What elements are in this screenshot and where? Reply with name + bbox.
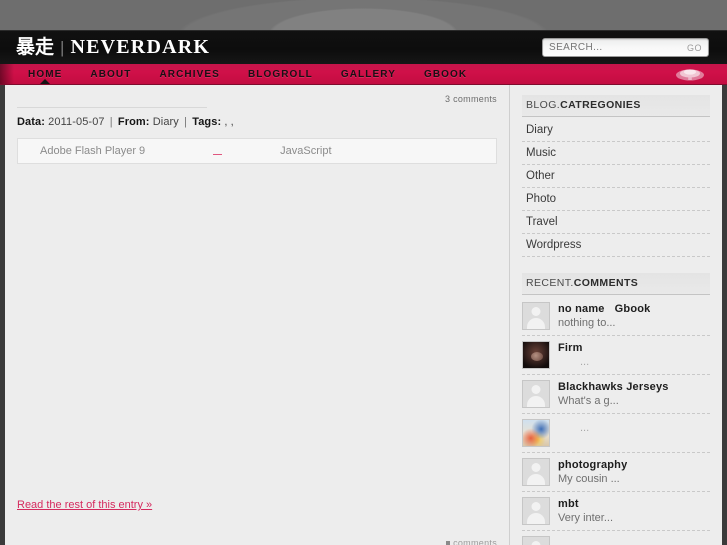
logo-cjk-text: 暴走 bbox=[16, 36, 55, 58]
nav-item-archives[interactable]: ARCHIVES bbox=[145, 64, 233, 84]
recent-comment-author-name: no name bbox=[558, 303, 605, 315]
post-excerpt-text-b: JavaScript bbox=[280, 145, 332, 157]
nav-item-gallery[interactable]: GALLERY bbox=[327, 64, 410, 84]
recent-comment-body: ... bbox=[558, 419, 589, 434]
recent-comment-item[interactable]: Blackhawks Jerseys What's a g... bbox=[522, 375, 710, 414]
recent-comment-author: no name Gbook bbox=[558, 303, 650, 315]
avatar bbox=[522, 497, 550, 525]
post-bottom-comment-count[interactable]: comments bbox=[446, 538, 497, 545]
category-item-other[interactable]: Other bbox=[522, 165, 710, 188]
widget-title-recent-comments: RECENT.COMMENTS bbox=[522, 273, 710, 295]
post-meta-data-label: Data: bbox=[17, 116, 46, 128]
recent-comment-excerpt: ... bbox=[580, 356, 590, 368]
site-logo[interactable]: 暴走 | NEVERDARK bbox=[16, 36, 210, 59]
category-item-music[interactable]: Music bbox=[522, 142, 710, 165]
recent-comment-item[interactable]: mbt Very inter... bbox=[522, 492, 710, 531]
avatar bbox=[522, 380, 550, 408]
comment-bullet-icon bbox=[446, 541, 451, 545]
recent-comment-item[interactable]: no name Gbook nothing to... bbox=[522, 297, 710, 336]
post-excerpt-text-a: Adobe Flash Player 9 bbox=[40, 145, 146, 157]
logo-separator: | bbox=[60, 38, 65, 57]
category-item-wordpress[interactable]: Wordpress bbox=[522, 234, 710, 257]
post-excerpt-box: Adobe Flash Player 9 JavaScript bbox=[17, 138, 497, 164]
nav-item-blogroll[interactable]: BLOGROLL bbox=[234, 64, 327, 84]
recent-comment-item[interactable]: photography My cousin ... bbox=[522, 453, 710, 492]
search-go-button[interactable]: GO bbox=[687, 43, 709, 53]
category-item-travel[interactable]: Travel bbox=[522, 211, 710, 234]
avatar bbox=[522, 341, 550, 369]
recent-comment-body: Blackhawks Jerseys What's a g... bbox=[558, 380, 669, 407]
category-item-photo[interactable]: Photo bbox=[522, 188, 710, 211]
widget-title-recent-main: COMMENTS bbox=[573, 277, 639, 289]
post-meta: Data: 2011-05-07 | From: Diary | Tags: ,… bbox=[17, 116, 497, 128]
recent-comment-body: no name Gbook nothing to... bbox=[558, 302, 650, 329]
recent-comment-body: Firm ... bbox=[558, 341, 589, 368]
post-meta-category[interactable]: Diary bbox=[153, 116, 179, 128]
nav-item-about[interactable]: ABOUT bbox=[76, 64, 145, 84]
recent-comments-list: no name Gbook nothing to... Firm ... Blac… bbox=[522, 297, 710, 545]
recent-comment-excerpt: My cousin ... bbox=[558, 473, 620, 485]
post-title-link[interactable] bbox=[17, 107, 207, 108]
recent-comment-excerpt: What's a g... bbox=[558, 395, 619, 407]
recent-comment-excerpt: Very inter... bbox=[558, 512, 614, 524]
site-header: 暴走 | NEVERDARK GO bbox=[0, 30, 727, 64]
page-body: 3 comments Data: 2011-05-07 | From: Diar… bbox=[0, 85, 727, 545]
recent-comment-body: mbt Very inter... bbox=[558, 497, 613, 524]
post-meta-sep-1: | bbox=[109, 116, 113, 128]
sidebar: BLOG.CATREGONIES Diary Music Other Photo… bbox=[510, 85, 722, 545]
avatar bbox=[522, 536, 550, 545]
avatar bbox=[522, 302, 550, 330]
post-meta-tags-label: Tags: bbox=[192, 116, 222, 128]
feed-icon[interactable] bbox=[675, 67, 705, 83]
nav-item-home[interactable]: HOME bbox=[14, 64, 76, 84]
avatar bbox=[522, 419, 550, 447]
recent-comment-author: mbt bbox=[558, 498, 579, 510]
post-excerpt-link[interactable] bbox=[213, 148, 223, 155]
search-input[interactable] bbox=[543, 40, 687, 55]
main-content: 3 comments Data: 2011-05-07 | From: Diar… bbox=[5, 85, 510, 545]
recent-comment-item[interactable] bbox=[522, 531, 710, 545]
category-item-diary[interactable]: Diary bbox=[522, 119, 710, 142]
logo-wordmark: NEVERDARK bbox=[70, 36, 211, 58]
recent-comment-item[interactable]: ... bbox=[522, 414, 710, 453]
recent-comment-author: photography bbox=[558, 459, 628, 471]
avatar bbox=[522, 458, 550, 486]
main-nav: HOME ABOUT ARCHIVES BLOGROLL GALLERY GBO… bbox=[0, 64, 727, 85]
widget-title-recent-prefix: RECENT. bbox=[526, 277, 574, 289]
recent-comment-excerpt: ... bbox=[580, 422, 590, 434]
recent-comment-body: photography My cousin ... bbox=[558, 458, 627, 485]
recent-comment-author: Firm bbox=[558, 342, 583, 354]
recent-comment-source: Gbook bbox=[614, 303, 651, 315]
read-more-link[interactable]: Read the rest of this entry » bbox=[17, 499, 152, 511]
recent-comment-excerpt: nothing to... bbox=[558, 317, 616, 329]
post-meta-date: 2011-05-07 bbox=[48, 116, 105, 128]
nav-item-gbook[interactable]: GBOOK bbox=[410, 64, 481, 84]
post-meta-from-label: From: bbox=[117, 116, 150, 128]
post-meta-tags[interactable]: , , bbox=[224, 116, 233, 128]
category-list: Diary Music Other Photo Travel Wordpress bbox=[522, 119, 710, 257]
recent-comment-author: Blackhawks Jerseys bbox=[558, 381, 669, 393]
widget-title-categories-main: CATREGONIES bbox=[560, 99, 641, 111]
site-shell: 暴走 | NEVERDARK GO HOME ABOUT ARCHIVES BL… bbox=[0, 30, 727, 545]
page-backdrop bbox=[0, 0, 727, 34]
post-comment-count[interactable]: 3 comments bbox=[445, 94, 497, 104]
post-meta-sep-2: | bbox=[184, 116, 188, 128]
widget-title-categories: BLOG.CATREGONIES bbox=[522, 95, 710, 117]
search-box[interactable]: GO bbox=[542, 38, 709, 57]
post-bottom-comment-label: comments bbox=[453, 538, 497, 545]
widget-title-categories-prefix: BLOG. bbox=[526, 99, 561, 111]
recent-comment-item[interactable]: Firm ... bbox=[522, 336, 710, 375]
